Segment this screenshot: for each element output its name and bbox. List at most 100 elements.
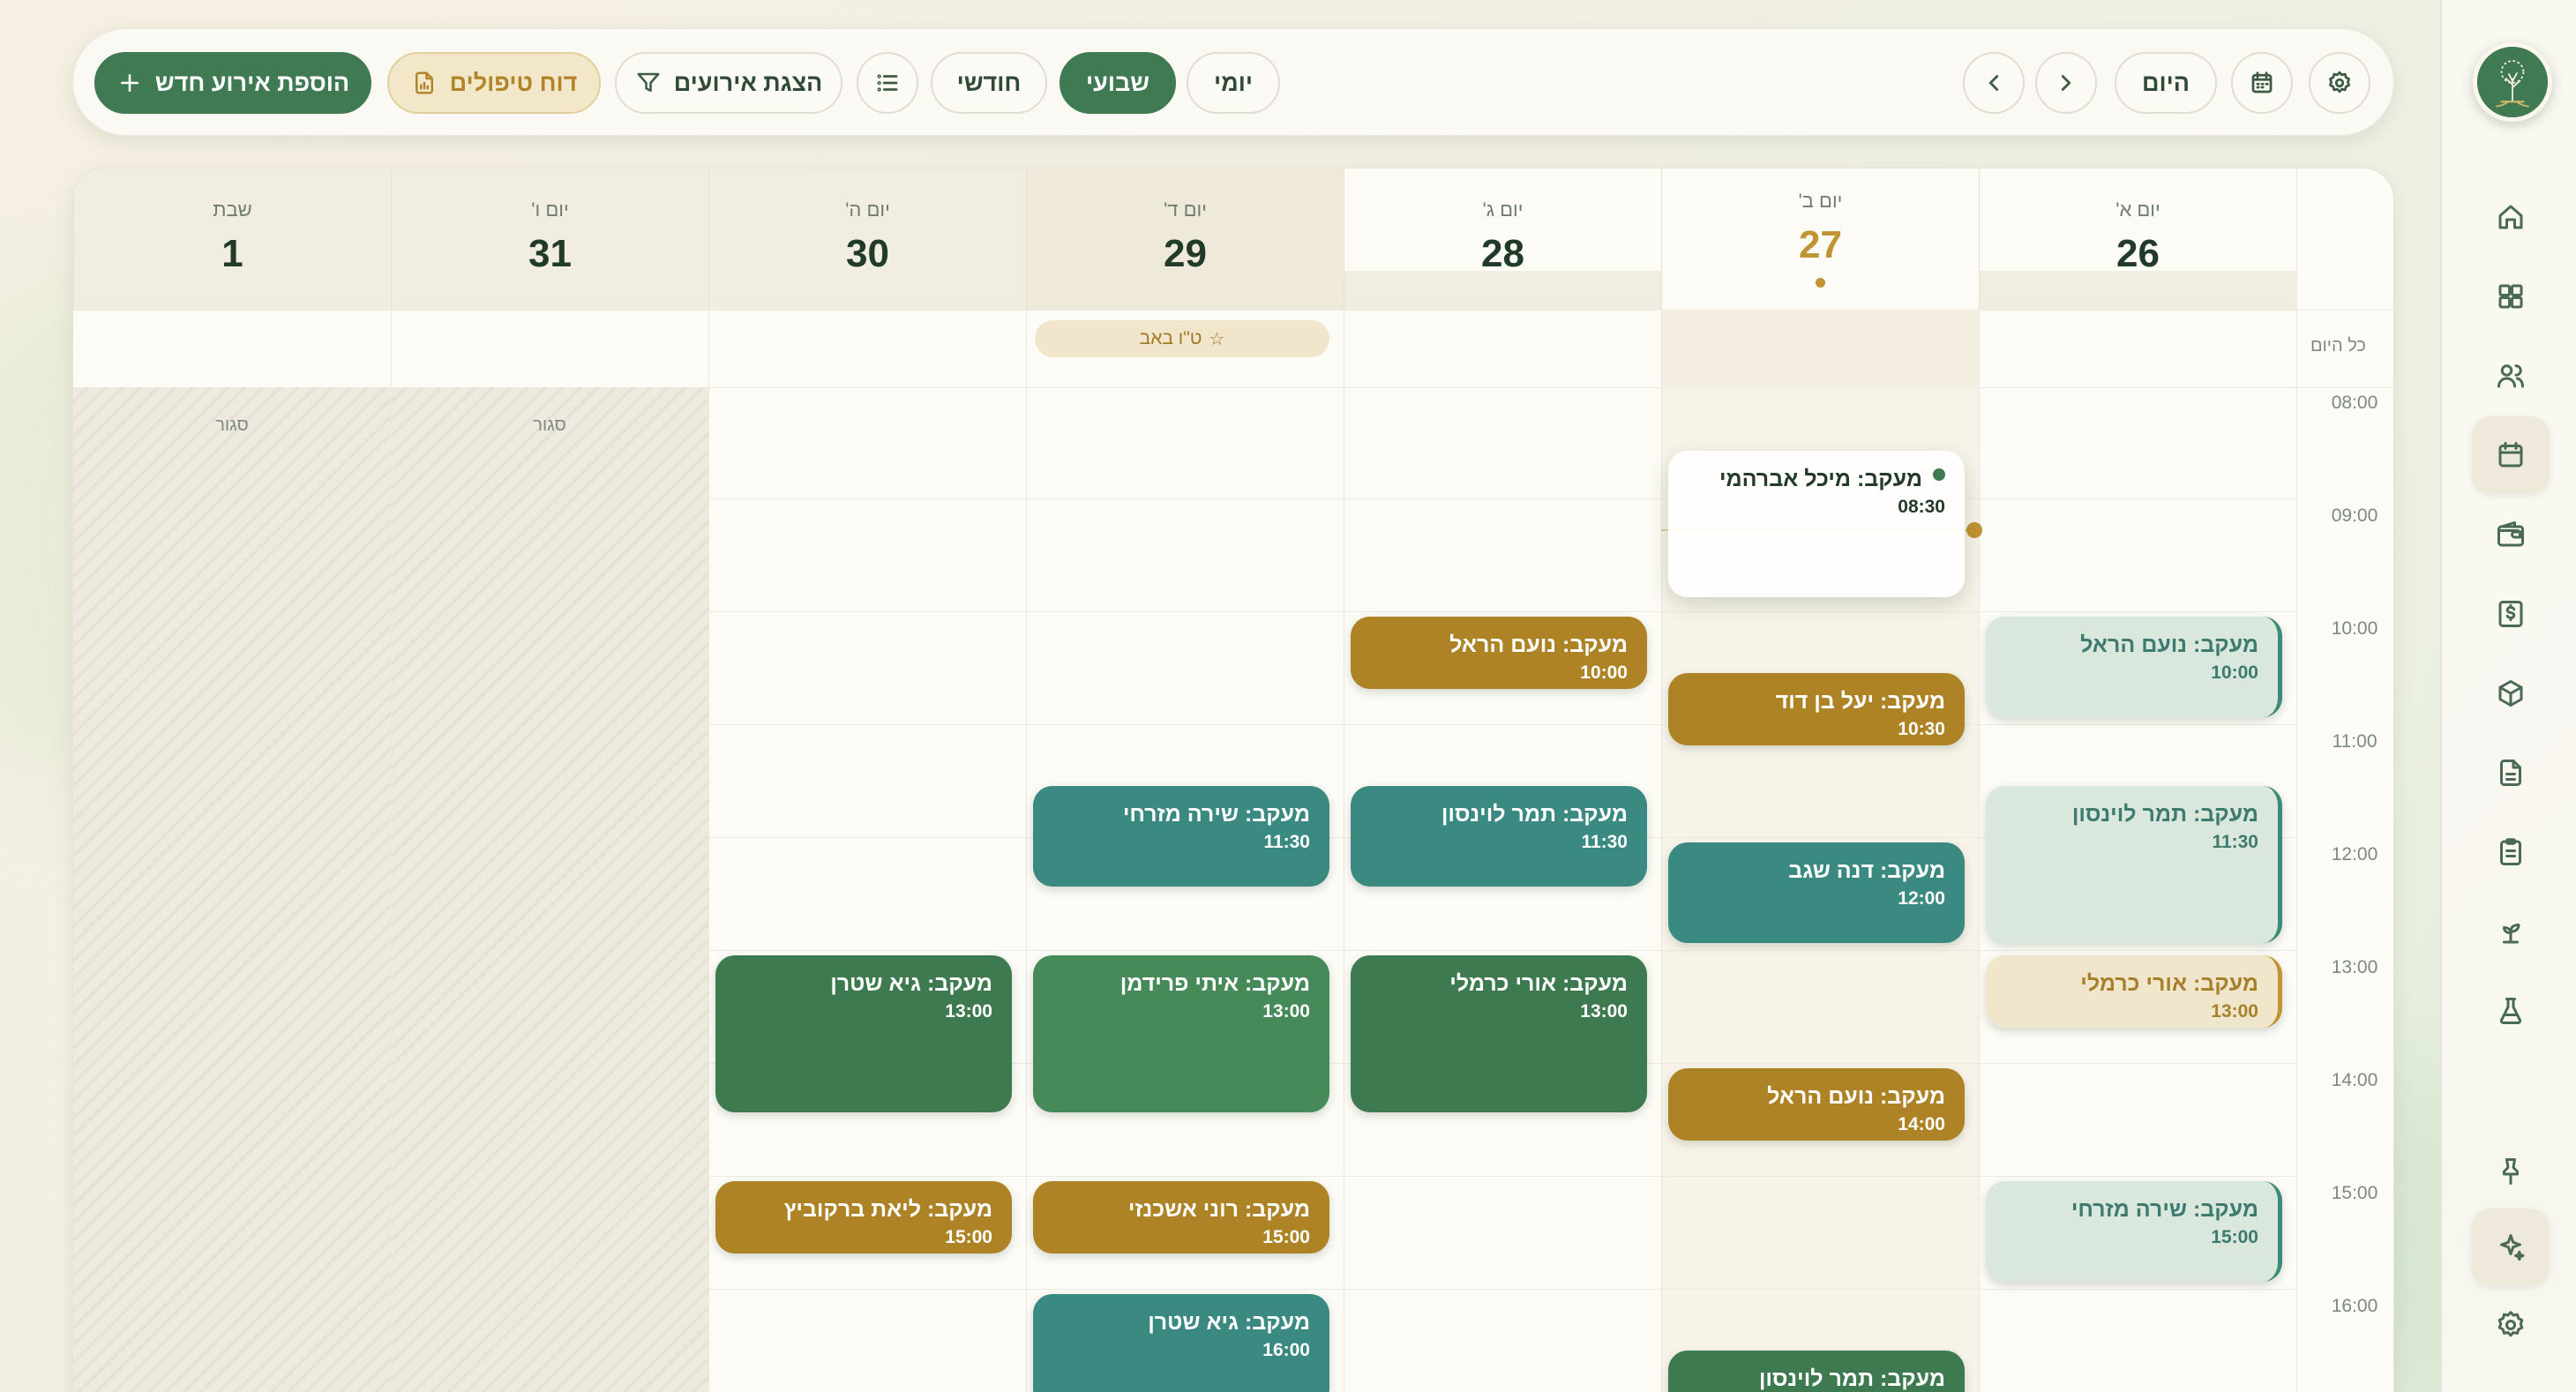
treatments-report-button[interactable]: דוח טיפולים [387,52,601,114]
event-card[interactable]: מעקב: נועם הראל 10:00 [1351,617,1647,689]
date-picker-button[interactable] [2231,52,2293,114]
prev-button[interactable] [1963,52,2025,114]
next-button[interactable] [2035,52,2097,114]
calendar-settings-button[interactable] [2309,52,2370,114]
show-events-button[interactable]: הצגת אירועים [615,52,842,114]
view-monthly-button[interactable]: חודשי [931,52,1047,114]
nav-documents[interactable] [2472,734,2550,812]
event-title: מעקב: ליאת ברקוביץ [783,1197,992,1222]
closed-label: סגור [533,415,566,435]
event-card[interactable]: מעקב: דנה שגב 12:00 [1668,842,1965,943]
nav-billing[interactable] [2472,575,2550,653]
nav-settings[interactable] [2472,1286,2550,1364]
event-card[interactable]: מעקב: תמר לוינסון [1668,1351,1965,1392]
nav-calendar[interactable] [2472,416,2550,494]
day-header-wed[interactable]: יום ד' 29 [1026,168,1344,310]
event-time: 08:30 [1898,497,1945,517]
event-card[interactable]: מעקב: ליאת ברקוביץ 15:00 [715,1181,1012,1254]
event-title: מעקב: שירה מזרחי [1122,802,1310,827]
event-card[interactable]: מעקב: אורי כרמלי 13:00 [1351,955,1647,1112]
today-button[interactable]: היום [2115,52,2217,114]
view-daily-label: יומי [1213,69,1254,96]
event-card[interactable]: מעקב: רוני אשכנזי 15:00 [1033,1181,1329,1254]
filter-icon [637,72,660,92]
report-file-icon [415,71,433,94]
nav-dashboard[interactable] [2472,258,2550,335]
nav-patients[interactable] [2472,337,2550,415]
event-time: 10:30 [1898,719,1945,739]
nav-tasks[interactable] [2472,813,2550,891]
event-card[interactable]: מעקב: תמר לוינסון 11:30 [1351,786,1647,887]
time-label: 13:00 [2331,957,2378,977]
event-card[interactable]: מעקב: אורי כרמלי 13:00 [1986,955,2282,1028]
event-card[interactable]: מעקב: מיכל אברהמי 08:30 [1668,451,1965,597]
settings-icon [2497,1311,2524,1337]
calendar-icon [2498,442,2523,468]
show-events-label: הצגת אירועים [673,69,823,96]
nav-home[interactable] [2472,178,2550,256]
day-header-sun[interactable]: יום א' 26 [1979,168,2296,310]
event-card[interactable]: מעקב: גיא שטרן 13:00 [715,955,1012,1112]
event-time: 10:00 [2211,662,2258,683]
event-time: 11:30 [2212,832,2258,852]
nav-pinned[interactable] [2472,1133,2550,1210]
list-view-button[interactable] [857,52,918,114]
day-header-fri[interactable]: יום ו' 31 [391,168,708,310]
time-label: 14:00 [2331,1070,2378,1090]
day-header-tue[interactable]: יום ג' 28 [1344,168,1661,310]
day-name: יום ב' [1798,190,1843,212]
sprout-icon [2503,924,2520,944]
calendar-icon [2251,71,2273,94]
nav-growth[interactable] [2472,893,2550,970]
day-name: יום ה' [845,198,890,221]
nav-wallet[interactable] [2472,496,2550,573]
today-label: היום [2142,69,2190,96]
event-card[interactable]: מעקב: נועם הראל 10:00 [1986,617,2282,717]
add-event-button[interactable]: הוספת אירוע חדש [94,52,371,114]
time-label: 15:00 [2331,1183,2378,1203]
day-number: 29 [1164,232,1207,275]
event-time: 14:00 [1898,1114,1945,1134]
event-title: מעקב: גיא שטרן [830,971,992,996]
nav-lab[interactable] [2472,972,2550,1050]
day-header-thu[interactable]: יום ה' 30 [708,168,1026,310]
time-label: 12:00 [2331,844,2378,864]
event-time: 13:00 [2211,1001,2258,1022]
app-logo[interactable] [2473,42,2552,122]
star-icon: ☆ [1209,329,1225,349]
event-card[interactable]: מעקב: יעל בן דוד 10:30 [1668,673,1965,745]
nav-ai-assistant[interactable] [2472,1209,2550,1286]
event-card[interactable]: מעקב: שירה מזרחי 11:30 [1033,786,1329,887]
nav-inventory[interactable] [2472,655,2550,732]
wallet-icon [2497,521,2524,547]
time-label: 10:00 [2331,618,2378,639]
holiday-badge[interactable]: ☆ ט"ו באב [1035,320,1329,357]
event-time: 10:00 [1580,662,1628,683]
home-icon [2498,205,2523,229]
event-title: מעקב: גיא שטרן [1148,1310,1310,1335]
day-header-mon-today[interactable]: יום ב' 27 [1661,168,1979,310]
event-title: מעקב: מיכל אברהמי [1719,467,1922,491]
sidebar-nav [2440,0,2576,1392]
event-card[interactable]: מעקב: תמר לוינסון 11:30 [1986,786,2282,943]
week-calendar: שבת 1 יום ו' 31 יום ה' 30 יום ד' 29 יום … [72,168,2394,1392]
event-card[interactable]: מעקב: נועם הראל 14:00 [1668,1068,1965,1141]
toolbar: הוספת אירוע חדש דוח טיפולים הצגת אירועים… [72,28,2394,136]
event-card[interactable]: מעקב: שירה מזרחי 15:00 [1986,1181,2282,1282]
time-label: 11:00 [2332,731,2378,752]
event-title: מעקב: תמר לוינסון [1441,802,1628,827]
day-header-sat[interactable]: שבת 1 [73,168,391,310]
event-time: 12:00 [1898,888,1945,909]
event-time: 13:00 [1580,1001,1628,1022]
view-weekly-button[interactable]: שבועי [1060,52,1176,114]
chevron-left-icon [1988,75,1999,91]
view-daily-button[interactable]: יומי [1187,52,1280,114]
event-card[interactable]: מעקב: איתי פרידמן 13:00 [1033,955,1329,1112]
day-number: 1 [221,232,243,275]
current-time-dot [1966,522,1982,538]
clipboard-icon [2500,838,2521,865]
event-title: מעקב: רוני אשכנזי [1127,1197,1310,1222]
closed-label: סגור [215,415,249,435]
event-time: 15:00 [945,1227,992,1247]
event-card[interactable]: מעקב: גיא שטרן 16:00 [1033,1294,1329,1392]
